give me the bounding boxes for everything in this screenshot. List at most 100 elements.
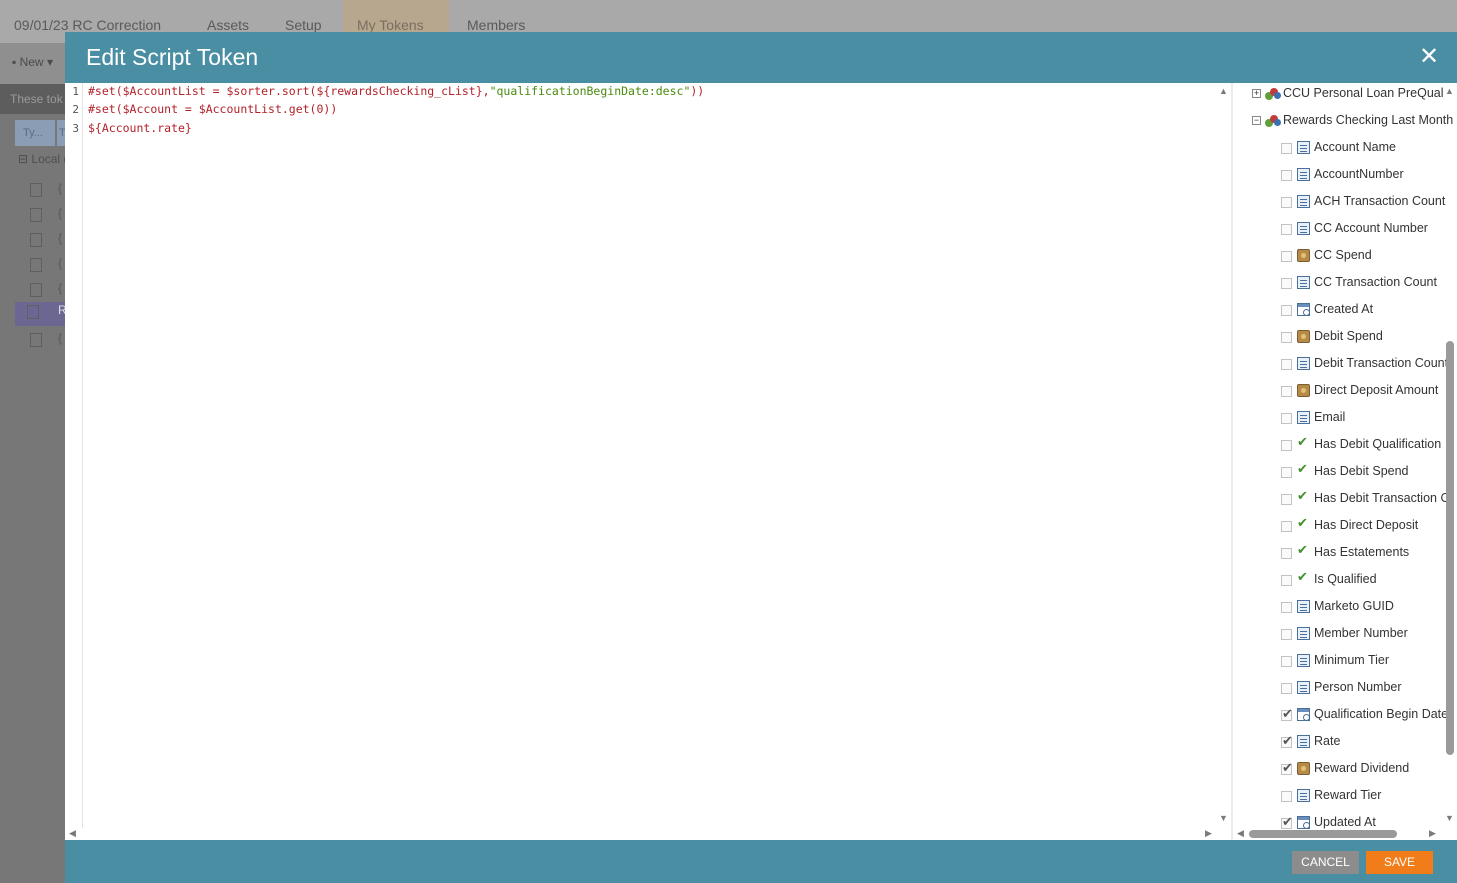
field-label: Has Debit Spend [1314, 464, 1409, 478]
line-number: 3 [72, 122, 79, 135]
field-checkbox[interactable] [1281, 332, 1292, 343]
currency-field-icon [1297, 762, 1310, 775]
cancel-button[interactable]: CANCEL [1292, 851, 1359, 874]
field-checkbox[interactable] [1281, 170, 1292, 181]
field-checkbox[interactable] [1281, 251, 1292, 262]
field-label: Has Estatements [1314, 545, 1410, 559]
scroll-up-icon[interactable]: ▲ [1219, 86, 1228, 96]
custom-object-icon [1265, 87, 1281, 100]
field-checkbox[interactable] [1281, 760, 1293, 776]
close-icon[interactable]: ✕ [1419, 45, 1439, 69]
bg-token-row: { [30, 280, 65, 300]
tree-field-node[interactable]: Email [1281, 407, 1457, 427]
field-checkbox[interactable] [1281, 386, 1292, 397]
field-checkbox[interactable] [1281, 575, 1292, 586]
text-field-icon [1297, 600, 1310, 613]
editor-vertical-scrollbar[interactable]: ▲ ▼ [1217, 83, 1231, 828]
text-field-icon [1297, 735, 1310, 748]
tree-field-node[interactable]: Is Qualified [1281, 569, 1457, 589]
scroll-right-icon[interactable]: ▶ [1429, 828, 1436, 838]
field-checkbox[interactable] [1281, 656, 1292, 667]
field-checkbox[interactable] [1281, 224, 1292, 235]
field-checkbox[interactable] [1281, 733, 1293, 749]
line-number: 1 [72, 85, 79, 98]
field-checkbox[interactable] [1281, 413, 1292, 424]
save-button[interactable]: SAVE [1366, 851, 1433, 874]
tree-object-node[interactable]: − Rewards Checking Last Month [1251, 111, 1454, 131]
tree-field-node[interactable]: CC Transaction Count [1281, 272, 1457, 292]
code-line-2[interactable]: #set($Account = $AccountList.get(0)) [88, 102, 337, 116]
tree-object-label: Rewards Checking Last Month [1283, 113, 1454, 127]
currency-field-icon [1297, 384, 1310, 397]
tree-field-node[interactable]: Rate [1281, 731, 1457, 751]
tree-field-node[interactable]: Has Estatements [1281, 542, 1457, 562]
boolean-field-icon [1297, 542, 1310, 558]
bg-description: These tok [0, 84, 65, 114]
tree-field-node[interactable]: Member Number [1281, 623, 1457, 643]
tree-field-node[interactable]: Has Debit Qualification [1281, 434, 1457, 454]
tree-vertical-thumb[interactable] [1446, 341, 1454, 755]
field-checkbox[interactable] [1281, 548, 1292, 559]
tree-horizontal-thumb[interactable] [1249, 830, 1397, 838]
tree-field-node[interactable]: Account Name [1281, 137, 1457, 157]
expand-toggle-icon[interactable]: − [1252, 116, 1261, 125]
field-checkbox[interactable] [1281, 359, 1292, 370]
bg-col-type: Ty... [15, 120, 55, 146]
scroll-down-icon[interactable]: ▼ [1219, 813, 1228, 823]
tree-field-node[interactable]: Qualification Begin Date [1281, 704, 1457, 724]
tree-field-node[interactable]: Has Debit Transaction C [1281, 488, 1457, 508]
field-checkbox[interactable] [1281, 305, 1292, 316]
field-checkbox[interactable] [1281, 440, 1292, 451]
tree-field-node[interactable]: Has Direct Deposit [1281, 515, 1457, 535]
code-line-3[interactable]: ${Account.rate} [88, 121, 192, 135]
field-checkbox[interactable] [1281, 467, 1292, 478]
tree-field-node[interactable]: Direct Deposit Amount [1281, 380, 1457, 400]
tree-field-node[interactable]: CC Account Number [1281, 218, 1457, 238]
tree-object-node[interactable]: + CCU Personal Loan PreQual [1251, 84, 1451, 104]
field-label: Person Number [1314, 680, 1402, 694]
tree-horizontal-scrollbar[interactable]: ◀ ▶ [1233, 826, 1441, 840]
tree-field-node[interactable]: Reward Dividend [1281, 758, 1457, 778]
tree-field-node[interactable]: Marketo GUID [1281, 596, 1457, 616]
code-line-1[interactable]: #set($AccountList = $sorter.sort(${rewar… [88, 84, 704, 98]
field-checkbox[interactable] [1281, 521, 1292, 532]
scroll-down-icon[interactable]: ▼ [1445, 813, 1454, 823]
boolean-field-icon [1297, 488, 1310, 504]
tree-field-node[interactable]: Debit Spend [1281, 326, 1457, 346]
scroll-left-icon[interactable]: ◀ [1237, 828, 1244, 838]
field-label: Is Qualified [1314, 572, 1377, 586]
tree-field-node[interactable]: AccountNumber [1281, 164, 1457, 184]
field-checkbox[interactable] [1281, 706, 1293, 722]
tree-field-node[interactable]: ACH Transaction Count [1281, 191, 1457, 211]
field-label: Debit Spend [1314, 329, 1383, 343]
field-label: Has Direct Deposit [1314, 518, 1419, 532]
tree-field-node[interactable]: Reward Tier [1281, 785, 1457, 805]
boolean-field-icon [1297, 434, 1310, 450]
tree-field-node[interactable]: Has Debit Spend [1281, 461, 1457, 481]
field-checkbox[interactable] [1281, 791, 1292, 802]
tree-field-node[interactable]: Minimum Tier [1281, 650, 1457, 670]
field-checkbox[interactable] [1281, 602, 1292, 613]
scroll-up-icon[interactable]: ▲ [1445, 86, 1454, 96]
bg-new-button: ▪ New ▾ [12, 55, 53, 69]
tree-field-node[interactable]: CC Spend [1281, 245, 1457, 265]
field-checkbox[interactable] [1281, 278, 1292, 289]
tree-vertical-scrollbar[interactable]: ▲ ▼ [1441, 83, 1457, 828]
script-editor[interactable]: 1 2 3 #set($AccountList = $sorter.sort($… [65, 83, 1231, 840]
tree-field-node[interactable]: Debit Transaction Count [1281, 353, 1457, 373]
expand-toggle-icon[interactable]: + [1252, 89, 1261, 98]
field-checkbox[interactable] [1281, 143, 1292, 154]
text-field-icon [1297, 195, 1310, 208]
field-checkbox[interactable] [1281, 197, 1292, 208]
editor-horizontal-scrollbar[interactable]: ◀ ▶ [65, 826, 1219, 840]
field-checkbox[interactable] [1281, 629, 1292, 640]
bg-token-row-selected: R [15, 302, 67, 326]
scroll-left-icon[interactable]: ◀ [69, 828, 76, 838]
field-checkbox[interactable] [1281, 683, 1292, 694]
tree-field-node[interactable]: Created At [1281, 299, 1457, 319]
tree-field-node[interactable]: Person Number [1281, 677, 1457, 697]
scroll-right-icon[interactable]: ▶ [1205, 828, 1212, 838]
field-checkbox[interactable] [1281, 494, 1292, 505]
line-number: 2 [72, 103, 79, 116]
text-field-icon [1297, 168, 1310, 181]
